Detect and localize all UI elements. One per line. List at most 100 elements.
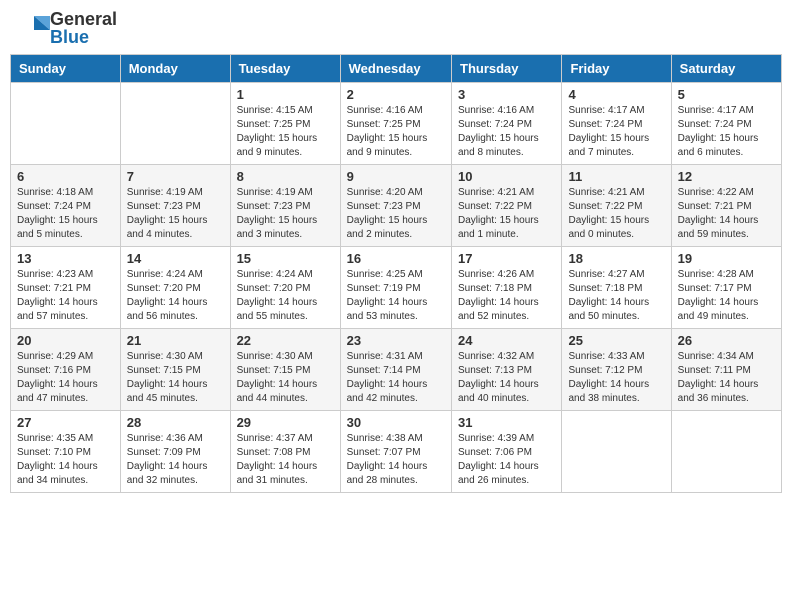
calendar-cell: 17 Sunrise: 4:26 AM Sunset: 7:18 PM Dayli… <box>452 247 562 329</box>
day-number: 1 <box>237 87 334 102</box>
calendar-cell: 10 Sunrise: 4:21 AM Sunset: 7:22 PM Dayli… <box>452 165 562 247</box>
day-info: Sunrise: 4:27 AM Sunset: 7:18 PM Dayligh… <box>568 268 664 324</box>
day-number: 9 <box>347 169 445 184</box>
calendar-cell: 22Sunrise: 4:30 AM Sunset: 7:15 PM Dayli… <box>230 329 340 411</box>
calendar-cell: 31 Sunrise: 4:39 AM Sunset: 7:06 PM Dayli… <box>452 411 562 493</box>
day-number: 19 <box>678 251 775 266</box>
day-number: 31 <box>458 415 555 430</box>
day-number: 18 <box>568 251 664 266</box>
day-number: 17 <box>458 251 555 266</box>
calendar-cell: 15Sunrise: 4:24 AM Sunset: 7:20 PM Dayli… <box>230 247 340 329</box>
weekday-header-thursday: Thursday <box>452 55 562 83</box>
page-header: General Blue <box>10 10 782 46</box>
weekday-header-tuesday: Tuesday <box>230 55 340 83</box>
calendar-cell: 19 Sunrise: 4:28 AM Sunset: 7:17 PM Dayli… <box>671 247 781 329</box>
day-info: Sunrise: 4:21 AM Sunset: 7:22 PM Dayligh… <box>568 186 664 242</box>
day-info: Sunrise: 4:21 AM Sunset: 7:22 PM Dayligh… <box>458 186 555 242</box>
day-info: Sunrise: 4:28 AM Sunset: 7:17 PM Dayligh… <box>678 268 775 324</box>
calendar-cell: 8 Sunrise: 4:19 AM Sunset: 7:23 PM Daylig… <box>230 165 340 247</box>
day-info: Sunrise: 4:16 AM Sunset: 7:25 PM Dayligh… <box>347 104 445 160</box>
calendar-cell: 4 Sunrise: 4:17 AM Sunset: 7:24 PM Daylig… <box>562 83 671 165</box>
day-number: 23 <box>347 333 445 348</box>
calendar-cell: 30 Sunrise: 4:38 AM Sunset: 7:07 PM Dayli… <box>340 411 451 493</box>
day-info: Sunrise: 4:37 AM Sunset: 7:08 PM Dayligh… <box>237 432 334 488</box>
week-row-2: 6Sunrise: 4:18 AM Sunset: 7:24 PM Daylig… <box>11 165 782 247</box>
calendar-cell: 29 Sunrise: 4:37 AM Sunset: 7:08 PM Dayli… <box>230 411 340 493</box>
calendar-table: SundayMondayTuesdayWednesdayThursdayFrid… <box>10 54 782 493</box>
day-info: Sunrise: 4:29 AM Sunset: 7:16 PM Dayligh… <box>17 350 114 406</box>
day-number: 4 <box>568 87 664 102</box>
day-info: Sunrise: 4:30 AM Sunset: 7:15 PM Dayligh… <box>237 350 334 406</box>
day-number: 27 <box>17 415 114 430</box>
calendar-cell: 2 Sunrise: 4:16 AM Sunset: 7:25 PM Daylig… <box>340 83 451 165</box>
weekday-header-saturday: Saturday <box>671 55 781 83</box>
day-number: 3 <box>458 87 555 102</box>
day-info: Sunrise: 4:16 AM Sunset: 7:24 PM Dayligh… <box>458 104 555 160</box>
day-info: Sunrise: 4:24 AM Sunset: 7:20 PM Dayligh… <box>127 268 224 324</box>
day-number: 20 <box>17 333 114 348</box>
calendar-cell: 23 Sunrise: 4:31 AM Sunset: 7:14 PM Dayli… <box>340 329 451 411</box>
day-number: 11 <box>568 169 664 184</box>
day-number: 29 <box>237 415 334 430</box>
day-number: 16 <box>347 251 445 266</box>
calendar-cell: 14 Sunrise: 4:24 AM Sunset: 7:20 PM Dayli… <box>120 247 230 329</box>
day-number: 21 <box>127 333 224 348</box>
day-info: Sunrise: 4:33 AM Sunset: 7:12 PM Dayligh… <box>568 350 664 406</box>
calendar-cell: 7 Sunrise: 4:19 AM Sunset: 7:23 PM Daylig… <box>120 165 230 247</box>
day-info: Sunrise: 4:30 AM Sunset: 7:15 PM Dayligh… <box>127 350 224 406</box>
day-number: 6 <box>17 169 114 184</box>
weekday-header-row: SundayMondayTuesdayWednesdayThursdayFrid… <box>11 55 782 83</box>
week-row-1: 1 Sunrise: 4:15 AM Sunset: 7:25 PM Daylig… <box>11 83 782 165</box>
day-info: Sunrise: 4:20 AM Sunset: 7:23 PM Dayligh… <box>347 186 445 242</box>
day-info: Sunrise: 4:26 AM Sunset: 7:18 PM Dayligh… <box>458 268 555 324</box>
day-number: 13 <box>17 251 114 266</box>
calendar-cell <box>562 411 671 493</box>
calendar-cell: 20 Sunrise: 4:29 AM Sunset: 7:16 PM Dayli… <box>11 329 121 411</box>
day-number: 7 <box>127 169 224 184</box>
day-info: Sunrise: 4:19 AM Sunset: 7:23 PM Dayligh… <box>237 186 334 242</box>
day-number: 10 <box>458 169 555 184</box>
weekday-header-friday: Friday <box>562 55 671 83</box>
week-row-5: 27 Sunrise: 4:35 AM Sunset: 7:10 PM Dayli… <box>11 411 782 493</box>
day-number: 30 <box>347 415 445 430</box>
day-number: 14 <box>127 251 224 266</box>
calendar-cell: 16Sunrise: 4:25 AM Sunset: 7:19 PM Dayli… <box>340 247 451 329</box>
weekday-header-monday: Monday <box>120 55 230 83</box>
calendar-cell: 9 Sunrise: 4:20 AM Sunset: 7:23 PM Daylig… <box>340 165 451 247</box>
day-info: Sunrise: 4:17 AM Sunset: 7:24 PM Dayligh… <box>678 104 775 160</box>
day-info: Sunrise: 4:31 AM Sunset: 7:14 PM Dayligh… <box>347 350 445 406</box>
day-info: Sunrise: 4:15 AM Sunset: 7:25 PM Dayligh… <box>237 104 334 160</box>
calendar-cell: 11 Sunrise: 4:21 AM Sunset: 7:22 PM Dayli… <box>562 165 671 247</box>
day-info: Sunrise: 4:23 AM Sunset: 7:21 PM Dayligh… <box>17 268 114 324</box>
day-number: 12 <box>678 169 775 184</box>
calendar-cell: 5 Sunrise: 4:17 AM Sunset: 7:24 PM Daylig… <box>671 83 781 165</box>
calendar-cell: 13 Sunrise: 4:23 AM Sunset: 7:21 PM Dayli… <box>11 247 121 329</box>
calendar-cell: 28 Sunrise: 4:36 AM Sunset: 7:09 PM Dayli… <box>120 411 230 493</box>
day-number: 2 <box>347 87 445 102</box>
weekday-header-wednesday: Wednesday <box>340 55 451 83</box>
day-number: 8 <box>237 169 334 184</box>
day-info: Sunrise: 4:19 AM Sunset: 7:23 PM Dayligh… <box>127 186 224 242</box>
day-info: Sunrise: 4:35 AM Sunset: 7:10 PM Dayligh… <box>17 432 114 488</box>
calendar-cell: 26 Sunrise: 4:34 AM Sunset: 7:11 PM Dayli… <box>671 329 781 411</box>
calendar-cell <box>120 83 230 165</box>
day-number: 5 <box>678 87 775 102</box>
day-number: 28 <box>127 415 224 430</box>
calendar-cell: 3 Sunrise: 4:16 AM Sunset: 7:24 PM Daylig… <box>452 83 562 165</box>
week-row-3: 13 Sunrise: 4:23 AM Sunset: 7:21 PM Dayli… <box>11 247 782 329</box>
day-info: Sunrise: 4:22 AM Sunset: 7:21 PM Dayligh… <box>678 186 775 242</box>
day-number: 24 <box>458 333 555 348</box>
day-info: Sunrise: 4:38 AM Sunset: 7:07 PM Dayligh… <box>347 432 445 488</box>
day-number: 26 <box>678 333 775 348</box>
day-info: Sunrise: 4:24 AM Sunset: 7:20 PM Dayligh… <box>237 268 334 324</box>
day-info: Sunrise: 4:17 AM Sunset: 7:24 PM Dayligh… <box>568 104 664 160</box>
day-info: Sunrise: 4:34 AM Sunset: 7:11 PM Dayligh… <box>678 350 775 406</box>
day-info: Sunrise: 4:39 AM Sunset: 7:06 PM Dayligh… <box>458 432 555 488</box>
logo-icon <box>14 10 50 46</box>
logo-blue: Blue <box>50 28 117 46</box>
day-number: 25 <box>568 333 664 348</box>
calendar-cell: 18 Sunrise: 4:27 AM Sunset: 7:18 PM Dayli… <box>562 247 671 329</box>
calendar-cell: 6Sunrise: 4:18 AM Sunset: 7:24 PM Daylig… <box>11 165 121 247</box>
calendar-cell: 21 Sunrise: 4:30 AM Sunset: 7:15 PM Dayli… <box>120 329 230 411</box>
day-info: Sunrise: 4:36 AM Sunset: 7:09 PM Dayligh… <box>127 432 224 488</box>
